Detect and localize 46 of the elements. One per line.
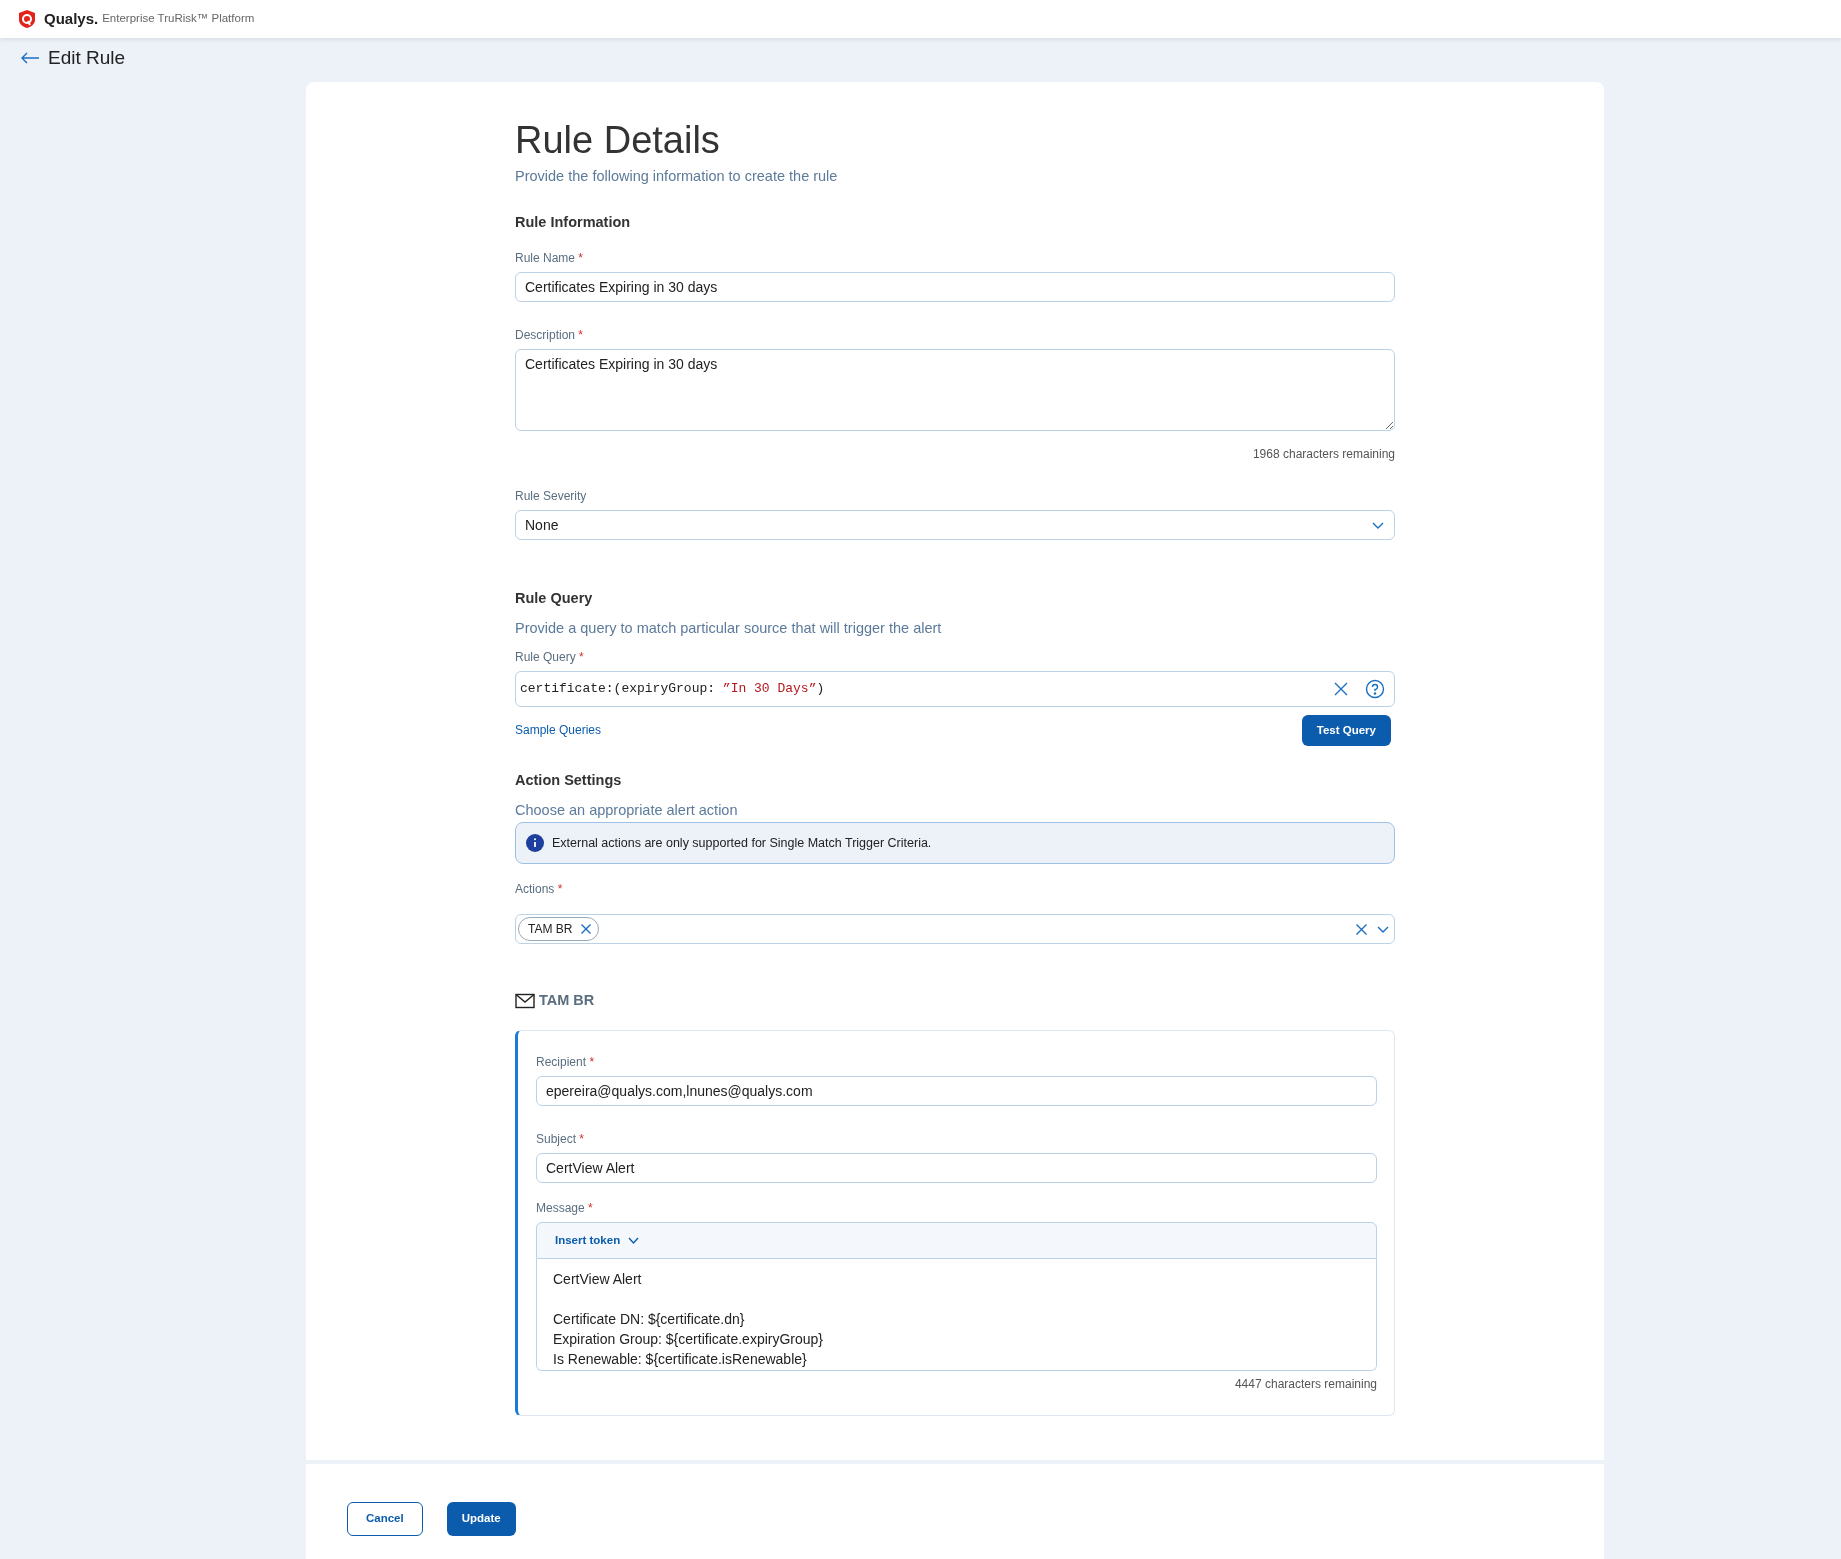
form-subtitle: Provide the following information to create the rule [515, 166, 839, 186]
description-field[interactable]: Certificates Expiring in 30 days [515, 349, 1395, 432]
test-query-button[interactable]: Test Query [1301, 714, 1391, 747]
product-name: Enterprise TruRisk™ Platform [102, 11, 255, 27]
update-button[interactable]: Update [446, 1502, 516, 1536]
section-heading: Rule Information [515, 212, 632, 232]
character-count: 4447 characters remaining [1233, 1376, 1377, 1394]
field-label: Rule Name * [515, 250, 585, 268]
info-icon [526, 833, 544, 852]
envelope-icon [515, 993, 535, 1010]
action-tag[interactable]: TAM BR [518, 917, 600, 942]
field-label: Subject * [536, 1131, 586, 1149]
info-text: External actions are only supported for Single Match Trigger Criteria. [552, 834, 932, 852]
field-label: Rule Query * [515, 648, 585, 666]
action-title: TAM BR [539, 991, 595, 1011]
subject-field[interactable]: CertView Alert [536, 1153, 1377, 1184]
severity-select[interactable]: None [515, 510, 1395, 541]
clear-icon[interactable] [1355, 922, 1368, 936]
section-subtitle: Provide a query to match particular source that will trigger the alert [515, 619, 943, 639]
close-icon[interactable] [1333, 680, 1349, 697]
page-title: Edit Rule [48, 45, 126, 70]
insert-token-dropdown[interactable]: Insert token [536, 1222, 1377, 1260]
section-heading: Action Settings [515, 771, 623, 791]
character-count: 1968 characters remaining [1251, 446, 1395, 464]
select-value: None [525, 515, 559, 535]
sample-queries-link[interactable]: Sample Queries [515, 721, 602, 740]
remove-icon[interactable] [580, 923, 593, 936]
field-label: Description * [515, 327, 585, 345]
form-title: Rule Details [515, 120, 721, 162]
field-label: Message * [536, 1200, 594, 1218]
shield-logo-icon [18, 9, 36, 29]
rule-name-field[interactable]: Certificates Expiring in 30 days [515, 272, 1395, 303]
message-field[interactable]: CertView Alert Certificate DN: ${certificate.dn} Expiration Group: ${certificate.expiryGroup} Is Renewable: ${certificate.isRenewable} [536, 1259, 1377, 1372]
back-arrow-icon[interactable] [20, 52, 40, 64]
recipient-field[interactable]: epereira@qualys.com,lnunes@qualys.com [536, 1076, 1377, 1107]
section-heading: Rule Query [515, 589, 594, 609]
chevron-down-icon [628, 1236, 640, 1246]
field-label: Actions * [515, 881, 564, 899]
section-subtitle: Choose an appropriate alert action [515, 800, 739, 820]
field-label: Recipient * [536, 1054, 596, 1072]
cancel-button[interactable]: Cancel [347, 1502, 423, 1536]
brand-name: Qualys. [44, 8, 99, 29]
query-text[interactable]: certificate:(expiryGroup: ”In 30 Days”) [520, 679, 825, 699]
field-label: Rule Severity [515, 488, 588, 506]
help-icon[interactable] [1365, 678, 1385, 699]
actions-select[interactable]: TAM BR [515, 914, 1395, 945]
